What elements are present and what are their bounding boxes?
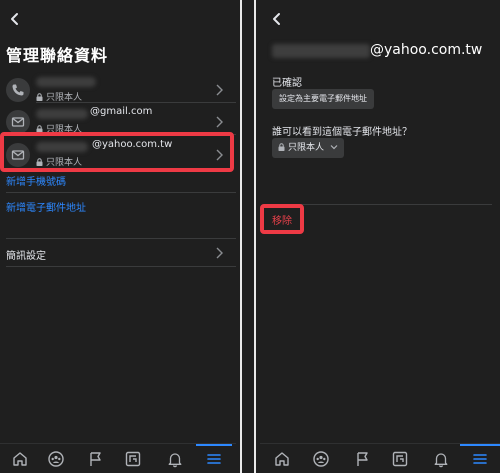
active-tab-indicator: [196, 444, 232, 446]
bottom-nav: [260, 443, 500, 473]
privacy-value: 只限本人: [288, 143, 325, 153]
contact-value: @gmail.com: [90, 106, 153, 117]
menu-icon[interactable]: [205, 450, 223, 468]
chevron-right-icon: [216, 84, 223, 96]
bottom-nav: [0, 443, 236, 473]
flag-icon[interactable]: [87, 450, 105, 468]
bell-icon[interactable]: [166, 450, 184, 468]
chevron-right-icon: [216, 116, 223, 128]
sms-settings-label: 簡訊設定: [6, 251, 46, 262]
confirmed-label: 已確認: [272, 78, 302, 89]
chevron-down-icon: [330, 145, 338, 150]
add-email-link[interactable]: 新增電子郵件地址: [6, 199, 86, 214]
separator-line-left: [240, 0, 242, 473]
bell-icon[interactable]: [432, 450, 450, 468]
groups-icon[interactable]: [47, 450, 65, 468]
menu-icon[interactable]: [471, 450, 489, 468]
flag-icon[interactable]: [354, 450, 372, 468]
redacted-email-prefix: [272, 44, 370, 58]
lock-icon: [278, 143, 285, 151]
email-address: @yahoo.com.tw: [370, 42, 483, 58]
gaming-icon[interactable]: [391, 450, 409, 468]
highlight-box: [260, 204, 304, 234]
who-can-see-label: 誰可以看到這個電子郵件地址？: [272, 127, 412, 138]
lock-icon: [36, 93, 43, 101]
divider: [36, 102, 236, 103]
home-icon[interactable]: [11, 450, 29, 468]
phone-icon: [6, 78, 30, 102]
sms-settings-row[interactable]: 簡訊設定: [0, 244, 236, 278]
redacted-phone: [36, 77, 96, 87]
active-tab-indicator: [460, 444, 500, 446]
divider: [6, 192, 236, 193]
back-arrow-icon[interactable]: [268, 10, 286, 28]
page-title: 管理聯絡資料: [6, 46, 109, 65]
gaming-icon[interactable]: [124, 450, 142, 468]
add-phone-link[interactable]: 新增手機號碼: [6, 173, 66, 188]
separator-line-right: [254, 0, 256, 473]
redacted-email-prefix: [36, 109, 88, 119]
mail-icon: [6, 110, 30, 134]
groups-icon[interactable]: [312, 450, 330, 468]
divider: [6, 266, 236, 267]
manage-contacts-panel: 管理聯絡資料 只限本人 @gmail.com 只限本人 @yahoo.com.t…: [0, 0, 236, 473]
home-icon[interactable]: [273, 450, 291, 468]
highlight-box: [0, 132, 234, 172]
back-arrow-icon[interactable]: [6, 10, 24, 28]
divider: [6, 238, 236, 239]
chevron-right-icon: [216, 247, 223, 259]
set-primary-email-button[interactable]: 設定為主要電子郵件地址: [272, 89, 374, 109]
privacy-dropdown[interactable]: 只限本人: [272, 138, 345, 158]
email-detail-panel: @yahoo.com.tw 已確認 設定為主要電子郵件地址 誰可以看到這個電子郵…: [260, 0, 500, 473]
